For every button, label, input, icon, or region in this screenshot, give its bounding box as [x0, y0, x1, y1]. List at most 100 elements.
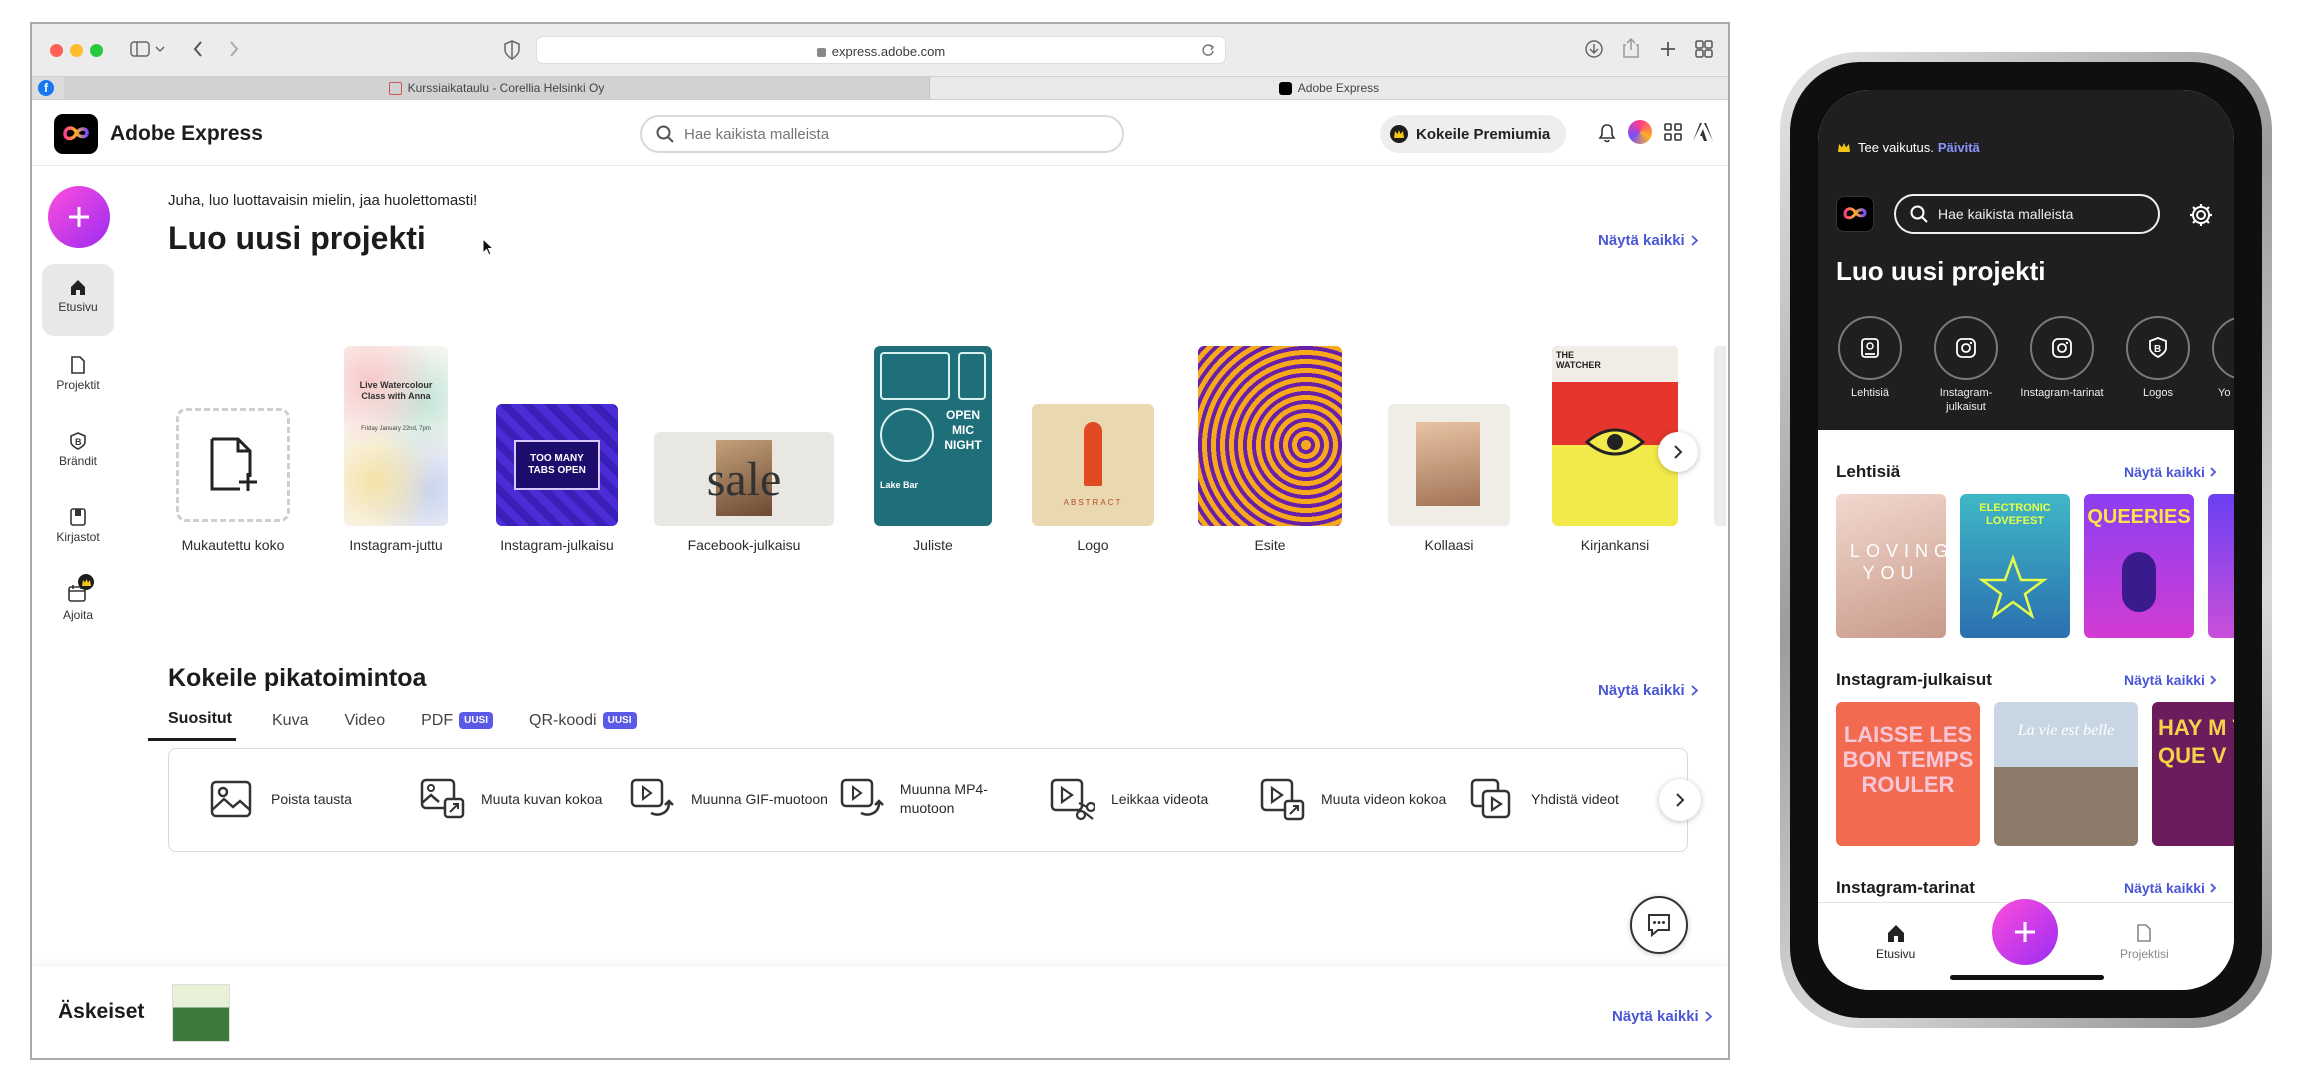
quick-action-resize-image[interactable]: Muuta kuvan kokoa — [419, 777, 619, 821]
rail-item-projektit[interactable]: Projektit — [42, 356, 114, 392]
search-icon — [1910, 205, 1928, 223]
show-all-create-link[interactable]: Näytä kaikki — [1598, 232, 1698, 249]
search-input[interactable] — [684, 125, 1084, 143]
adobe-express-logo-icon[interactable] — [1836, 196, 1874, 232]
template-brochure[interactable] — [1198, 346, 1342, 526]
search-box[interactable] — [640, 115, 1124, 153]
flyer-thumbnail[interactable]: QUEERIES — [2084, 494, 2194, 638]
chevron-right-icon — [1675, 793, 1684, 807]
post-thumbnail[interactable]: LAISSE LES BON TEMPS ROULER — [1836, 702, 1980, 846]
templates-next-button[interactable] — [1658, 432, 1698, 472]
rail-item-brandit[interactable]: B Brändit — [42, 432, 114, 468]
forward-icon[interactable] — [228, 40, 240, 58]
privacy-shield-icon[interactable] — [504, 40, 520, 60]
show-all-recent-link[interactable]: Näytä kaikki — [1612, 1008, 1712, 1025]
image-resize-icon — [420, 778, 465, 819]
tab-qr-koodi[interactable]: QR-koodi UUSI — [529, 710, 637, 741]
template-poster[interactable]: OPEN MIC NIGHT Lake Bar — [874, 346, 992, 526]
phone-shortcut-instagram-stories[interactable]: Instagram-tarinat — [2020, 316, 2104, 400]
share-icon[interactable] — [1622, 37, 1640, 59]
back-icon[interactable] — [192, 40, 204, 58]
flyer-thumbnail[interactable]: LOVING YOU — [1836, 494, 1946, 638]
template-custom-size[interactable] — [176, 408, 290, 522]
apps-grid-icon[interactable] — [1664, 123, 1682, 141]
settings-gear-icon[interactable] — [2188, 202, 2214, 228]
post-thumbnail-partial[interactable]: HAY M TIEM QUE V — [2152, 702, 2234, 846]
corellia-favicon-icon — [388, 81, 402, 95]
tab-overview-icon[interactable] — [1694, 39, 1714, 59]
file-icon — [71, 356, 85, 374]
phone-search-box[interactable]: Hae kaikista malleista — [1894, 194, 2160, 234]
flyer-thumbnail[interactable]: ELECTRONIC LOVEFEST — [1960, 494, 2070, 638]
post-text: La vie est belle — [2017, 722, 2115, 739]
quick-actions-next-button[interactable] — [1659, 779, 1701, 821]
phone-show-all-link[interactable]: Näytä kaikki — [2124, 672, 2216, 688]
reload-icon[interactable] — [1201, 43, 1215, 57]
chat-help-button[interactable] — [1630, 896, 1688, 954]
tab-video[interactable]: Video — [344, 710, 385, 741]
brand[interactable]: Adobe Express — [54, 114, 263, 154]
template-instagram-story[interactable]: Live Watercolour Class with Anna Friday … — [344, 346, 448, 526]
tab-adobe-express[interactable]: Adobe Express — [930, 77, 1728, 99]
template-label: Facebook-julkaisu — [687, 537, 801, 553]
downloads-icon[interactable] — [1584, 39, 1604, 59]
shortcut-label: Instagram-tarinat — [2020, 387, 2104, 399]
flyer-icon — [1838, 316, 1902, 380]
template-book-cover[interactable]: THE WATCHER — [1552, 346, 1678, 526]
template-label: Mukautettu koko — [181, 537, 285, 553]
phone-shortcut-instagram-posts[interactable]: Instagram-julkaisut — [1924, 316, 2008, 414]
tab-kurssiaikataulu[interactable]: Kurssiaikataulu - Corellia Helsinki Oy — [64, 77, 930, 99]
template-text: THE WATCHER — [1556, 350, 1601, 370]
show-all-quick-link[interactable]: Näytä kaikki — [1598, 682, 1698, 699]
recent-project-thumbnail[interactable] — [172, 984, 230, 1042]
adobe-logo-icon[interactable] — [1692, 122, 1714, 142]
tab-kuva[interactable]: Kuva — [272, 710, 308, 741]
chat-icon — [1648, 914, 1670, 937]
template-instagram-post[interactable]: TOO MANY TABS OPEN — [496, 404, 618, 526]
quick-action-trim-video[interactable]: Leikkaa videota — [1049, 777, 1249, 821]
phone-shortcut-partial[interactable]: Yo pi — [2212, 316, 2234, 400]
rail-item-ajoita[interactable]: Ajoita — [42, 574, 114, 622]
post-thumbnail[interactable]: La vie est belle — [1994, 702, 2138, 846]
address-bar[interactable]: express.adobe.com — [536, 36, 1226, 64]
phone-nav-projects[interactable]: Projektisi — [2120, 923, 2169, 961]
template-facebook-post[interactable]: sale — [654, 432, 834, 526]
avatar[interactable] — [1628, 120, 1652, 144]
phone-upgrade-banner: Tee vaikutus. Päivitä — [1838, 140, 1980, 155]
upgrade-link[interactable]: Päivitä — [1938, 140, 1980, 155]
shortcut-label: Yo pi — [2218, 387, 2234, 399]
phone-shortcut-flyers[interactable]: Lehtisiä — [1828, 316, 1912, 400]
shortcut-label: Lehtisiä — [1851, 387, 1889, 399]
premium-crown-badge-icon — [78, 574, 94, 590]
rail-item-kirjastot[interactable]: Kirjastot — [42, 508, 114, 544]
quick-action-remove-background[interactable]: Poista tausta — [209, 777, 409, 821]
minimize-window-button[interactable] — [70, 44, 83, 57]
template-logo[interactable]: ABSTRACT — [1032, 404, 1154, 526]
try-premium-button[interactable]: Kokeile Premiumia — [1380, 115, 1567, 153]
bell-icon[interactable] — [1598, 123, 1616, 143]
new-tab-icon[interactable] — [1659, 40, 1677, 58]
close-window-button[interactable] — [50, 44, 63, 57]
create-new-fab[interactable] — [48, 186, 110, 248]
quick-action-convert-gif[interactable]: Muunna GIF-muotoon — [629, 777, 829, 821]
banner-text: Tee vaikutus. — [1858, 140, 1934, 155]
phone-shortcut-logos[interactable]: B Logos — [2116, 316, 2200, 400]
tab-pdf[interactable]: PDF UUSI — [421, 710, 494, 741]
phone-show-all-link[interactable]: Näytä kaikki — [2124, 880, 2216, 896]
facebook-pinned-tab-icon[interactable]: f — [38, 80, 54, 96]
show-all-label: Näytä kaikki — [2124, 880, 2205, 896]
tab-suositut[interactable]: Suositut — [148, 710, 236, 741]
plus-icon — [69, 207, 89, 227]
phone-show-all-link[interactable]: Näytä kaikki — [2124, 464, 2216, 480]
quick-action-merge-videos[interactable]: Yhdistä videot — [1469, 777, 1669, 821]
quick-action-label: Poista tausta — [271, 790, 352, 807]
phone-nav-home[interactable]: Etusivu — [1876, 923, 1915, 961]
quick-action-convert-mp4[interactable]: Muunna MP4-muotoon — [839, 777, 1039, 821]
flyer-thumbnail-partial[interactable] — [2208, 494, 2234, 638]
quick-action-resize-video[interactable]: Muuta videon kokoa — [1259, 777, 1459, 821]
phone-create-fab[interactable] — [1992, 899, 2058, 965]
rail-item-etusivu[interactable]: Etusivu — [42, 278, 114, 314]
zoom-window-button[interactable] — [90, 44, 103, 57]
template-collage[interactable] — [1388, 404, 1510, 526]
sidebar-toggle-icon[interactable] — [130, 41, 166, 59]
